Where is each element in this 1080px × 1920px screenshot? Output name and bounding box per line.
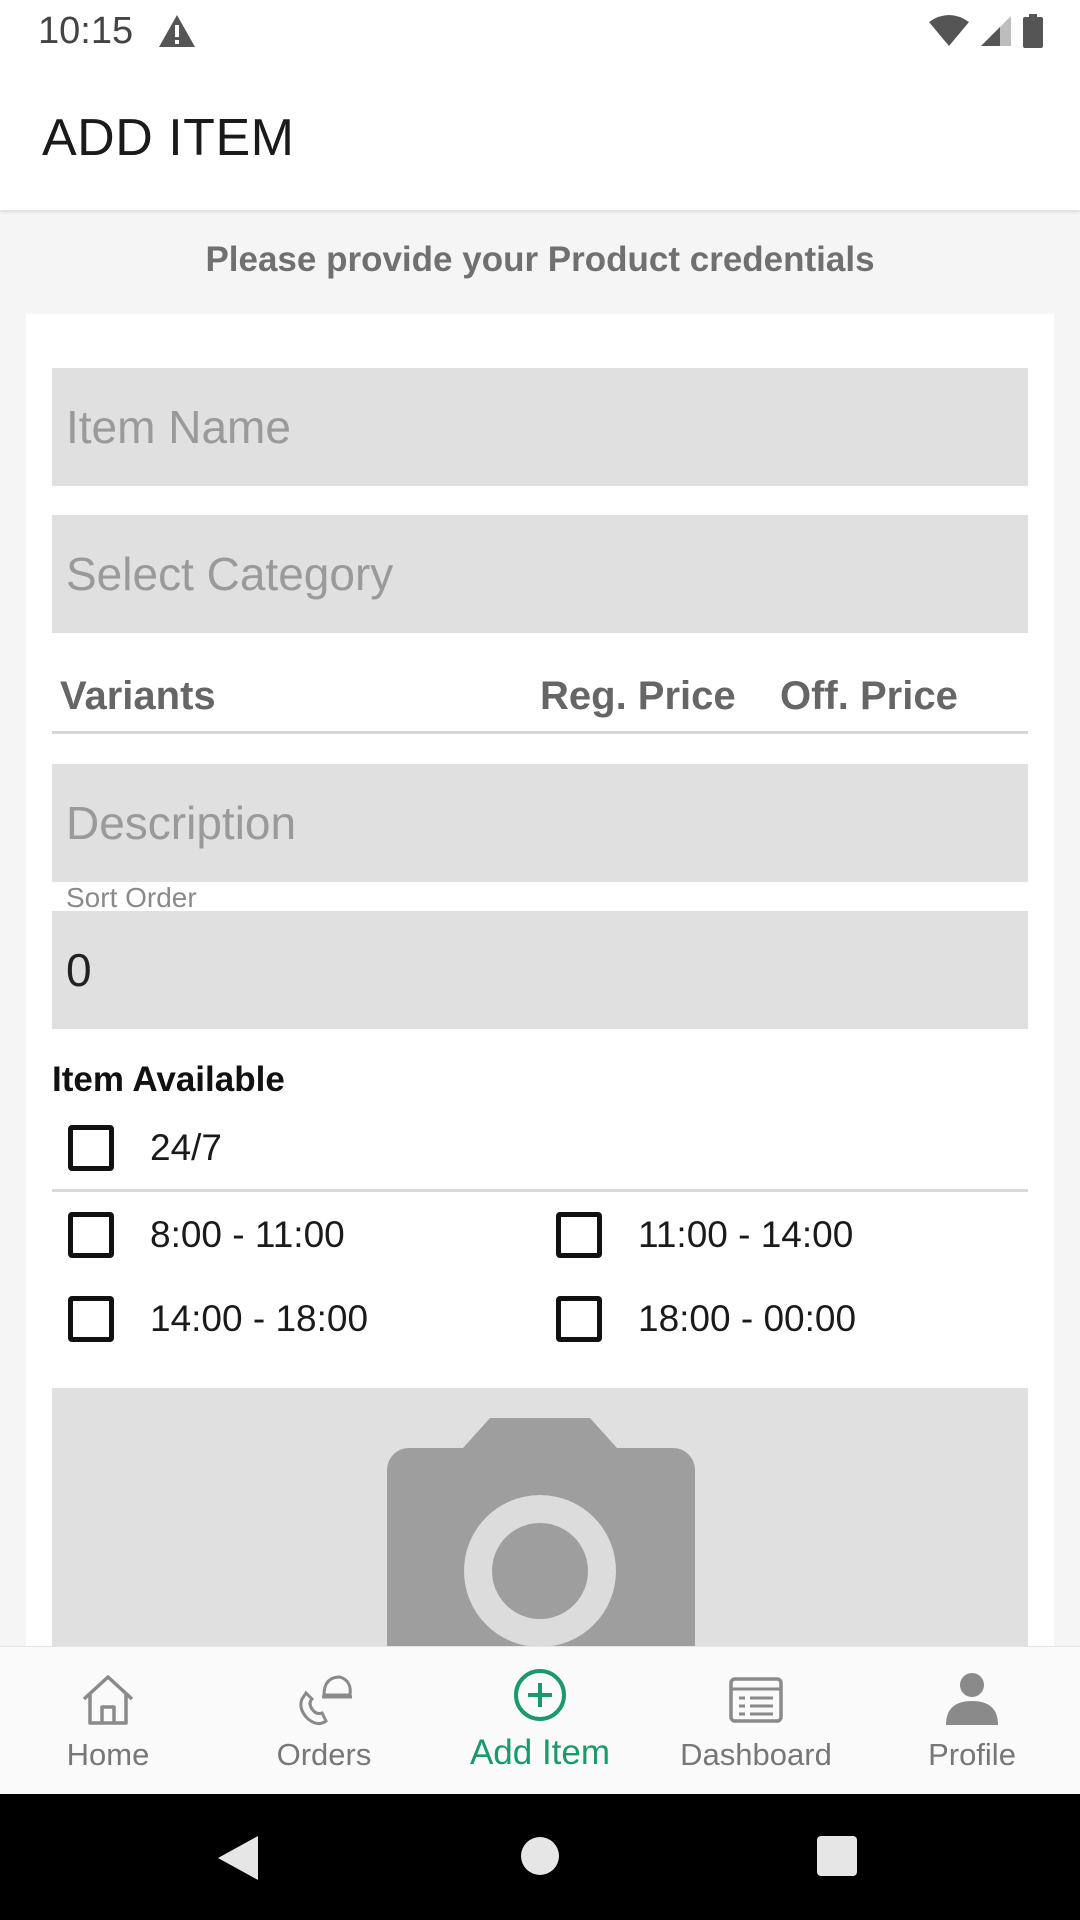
slot-label-4: 18:00 - 00:00: [638, 1298, 857, 1339]
nav-orders-label: Orders: [276, 1737, 372, 1772]
item-name-field[interactable]: Item Name: [52, 368, 1028, 486]
variants-header: Variants Reg. Price Off. Price: [52, 664, 1028, 734]
category-placeholder: Select Category: [66, 548, 394, 600]
divider: [52, 1189, 1028, 1192]
app-bar: ADD ITEM: [0, 64, 1080, 210]
photo-upload[interactable]: [52, 1388, 1028, 1648]
warning-icon: [159, 15, 195, 47]
slot-label-2: 11:00 - 14:00: [638, 1214, 854, 1255]
sort-order-value: 0: [66, 944, 92, 996]
sort-order-field[interactable]: 0: [52, 911, 1028, 1029]
checkbox-box[interactable]: [556, 1296, 602, 1342]
nav-dashboard-label: Dashboard: [680, 1737, 832, 1772]
checkbox-slot-4[interactable]: 18:00 - 00:00: [556, 1293, 856, 1345]
profile-icon: [946, 1673, 998, 1725]
description-placeholder: Description: [66, 797, 297, 849]
reg-price-label: Reg. Price: [540, 674, 736, 718]
checkbox-box[interactable]: [68, 1125, 114, 1171]
orders-icon: [299, 1675, 352, 1726]
recents-icon[interactable]: [817, 1836, 857, 1876]
slot-label-3: 14:00 - 18:00: [150, 1298, 369, 1339]
nav-home-label: Home: [66, 1737, 150, 1772]
status-indicators: [928, 14, 1044, 48]
bottom-nav: Home Orders Add Item Dashboard Profile: [0, 1646, 1080, 1794]
nav-orders[interactable]: Orders: [216, 1647, 432, 1795]
checkbox-slot-1[interactable]: 8:00 - 11:00: [68, 1209, 345, 1261]
off-price-label: Off. Price: [780, 674, 958, 718]
add-circle-icon: [514, 1669, 566, 1721]
description-field[interactable]: Description: [52, 764, 1028, 882]
home-button-icon[interactable]: [520, 1836, 560, 1876]
camera-icon: [387, 1418, 695, 1648]
nav-dashboard[interactable]: Dashboard: [648, 1647, 864, 1795]
slot-label-1: 8:00 - 11:00: [150, 1214, 345, 1255]
nav-add-item-label: Add Item: [469, 1733, 611, 1772]
status-bar: 10:15: [0, 0, 1080, 64]
category-select[interactable]: Select Category: [52, 515, 1028, 633]
item-name-placeholder: Item Name: [66, 401, 291, 453]
signal-icon: [981, 16, 1011, 46]
checkbox-box[interactable]: [68, 1296, 114, 1342]
nav-add-item[interactable]: Add Item: [432, 1647, 648, 1795]
status-time: 10:15: [38, 10, 134, 52]
item-available-title: Item Available: [52, 1060, 285, 1099]
checkbox-label-24-7: 24/7: [150, 1127, 223, 1168]
sort-order-label: Sort Order: [66, 882, 197, 913]
checkbox-24-7[interactable]: 24/7: [68, 1122, 222, 1174]
wifi-icon: [929, 15, 969, 46]
dashboard-icon: [729, 1677, 783, 1723]
nav-home[interactable]: Home: [0, 1647, 216, 1795]
battery-icon: [1023, 14, 1043, 48]
system-nav-bar: [0, 1794, 1080, 1920]
nav-profile[interactable]: Profile: [864, 1647, 1080, 1795]
nav-profile-label: Profile: [928, 1737, 1016, 1772]
form-subtitle: Please provide your Product credentials: [205, 240, 875, 279]
variants-label: Variants: [60, 674, 216, 718]
home-icon: [82, 1675, 134, 1725]
checkbox-box[interactable]: [556, 1212, 602, 1258]
checkbox-box[interactable]: [68, 1212, 114, 1258]
back-icon[interactable]: [216, 1834, 260, 1882]
checkbox-slot-2[interactable]: 11:00 - 14:00: [556, 1209, 853, 1261]
checkbox-slot-3[interactable]: 14:00 - 18:00: [68, 1293, 368, 1345]
page-title: ADD ITEM: [42, 109, 295, 167]
